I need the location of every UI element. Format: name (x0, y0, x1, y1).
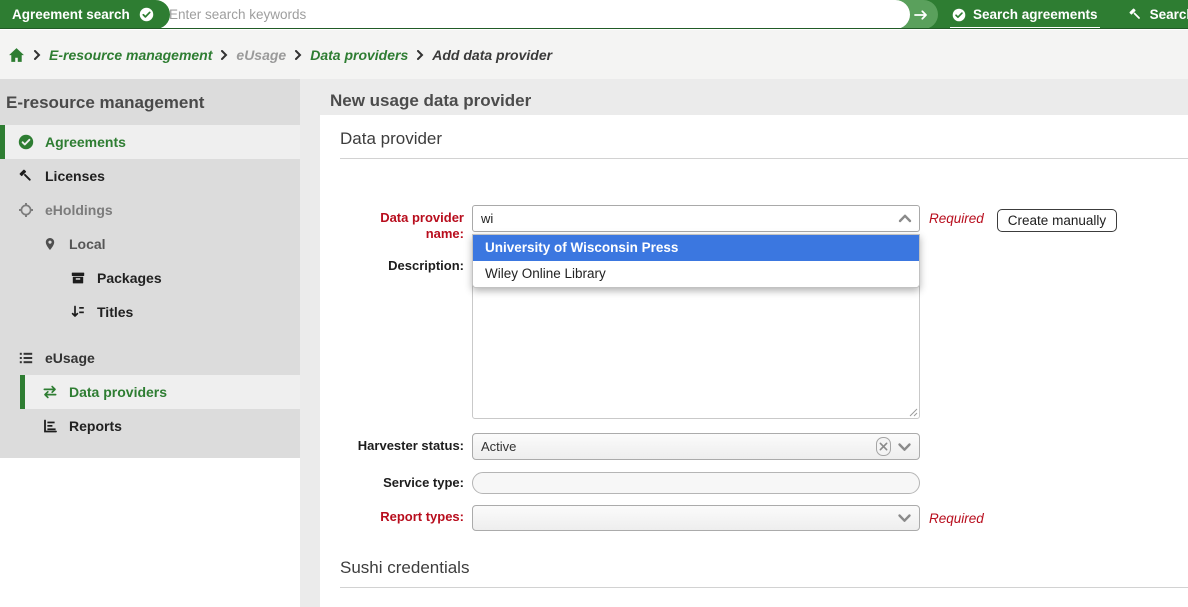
sidebar-item-eholdings[interactable]: eHoldings (0, 193, 300, 227)
agreement-search-app-button[interactable]: Agreement search (0, 0, 170, 29)
application-window: Agreement search Search agreements (0, 0, 1188, 607)
description-label: Description: (340, 249, 472, 419)
sidebar-item-agreements[interactable]: Agreements (0, 125, 300, 159)
section-heading-data-provider: Data provider (340, 115, 1188, 159)
report-types-required-text: Required (929, 509, 984, 526)
gavel-icon (1128, 7, 1143, 22)
search-agreements-label: Search agreements (973, 7, 1098, 22)
name-suggestions-dropdown: University of Wisconsin Press Wiley Onli… (472, 234, 920, 288)
dropdown-option[interactable]: Wiley Online Library (473, 261, 919, 287)
sidebar-item-label: eHoldings (45, 202, 113, 218)
agreement-search-label: Agreement search (12, 7, 130, 22)
sidebar-item-local[interactable]: Local (0, 227, 300, 261)
arrow-right-icon (913, 8, 929, 22)
target-icon (18, 202, 34, 218)
name-label: Data provider name: (340, 205, 472, 241)
top-search-bar: Agreement search Search agreements (0, 0, 1188, 29)
chart-icon (42, 418, 58, 434)
breadcrumb-data-providers[interactable]: Data providers (310, 47, 408, 63)
name-side: Required Create manually (929, 205, 1117, 241)
sidebar-item-label: Packages (97, 270, 162, 286)
breadcrumb-add-data-provider: Add data provider (432, 47, 552, 63)
sidebar-item-label: Local (69, 236, 106, 252)
sidebar-item-label: Data providers (69, 384, 167, 400)
sidebar-divider (0, 329, 300, 341)
search-agreements-link[interactable]: Search agreements (950, 0, 1100, 29)
section-heading-sushi-credentials: Sushi credentials (340, 544, 1188, 588)
form-row-name: Data provider name: University of Wiscon… (340, 205, 1188, 241)
report-types-select[interactable] (472, 505, 920, 531)
form-row-harvester-status: Harvester status: Active (340, 433, 1188, 460)
clear-icon[interactable] (876, 437, 891, 456)
resize-handle-icon[interactable] (909, 408, 918, 417)
check-circle-icon (139, 7, 154, 22)
search-licenses-link[interactable]: Search licenses (1126, 0, 1188, 29)
sort-icon (70, 304, 86, 320)
archive-box-icon (70, 270, 86, 286)
form-row-report-types: Report types: Required (340, 505, 1188, 531)
service-type-input[interactable] (472, 472, 920, 494)
sidebar-item-label: Agreements (45, 134, 126, 150)
sidebar-item-label: eUsage (45, 350, 95, 366)
chevron-right-icon (416, 50, 424, 60)
page-title: New usage data provider (330, 91, 1188, 111)
report-types-label: Report types: (340, 505, 472, 531)
harvester-status-select[interactable]: Active (472, 433, 920, 460)
sidebar-item-eusage[interactable]: eUsage (0, 341, 300, 375)
check-circle-icon (952, 8, 966, 22)
sidebar-item-licenses[interactable]: Licenses (0, 159, 300, 193)
chevron-right-icon (33, 50, 41, 60)
location-pin-icon (42, 236, 58, 252)
home-icon[interactable] (8, 47, 25, 63)
name-required-text: Required (929, 209, 984, 226)
harvester-status-control: Active (472, 433, 920, 460)
top-navigation: Search agreements Search licenses (950, 0, 1188, 29)
chevron-right-icon (294, 50, 302, 60)
chevron-down-icon (896, 511, 913, 525)
sidebar-item-titles[interactable]: Titles (0, 295, 300, 329)
gavel-icon (18, 168, 34, 184)
form-panel: Data provider Data provider name: Univer… (320, 115, 1188, 607)
search-licenses-label: Search licenses (1150, 7, 1188, 22)
sidebar-item-packages[interactable]: Packages (0, 261, 300, 295)
report-types-control (472, 505, 920, 531)
breadcrumb-eusage[interactable]: eUsage (236, 47, 286, 63)
main-content: New usage data provider Data provider Da… (300, 79, 1188, 607)
breadcrumb: E-resource management eUsage Data provid… (0, 30, 1188, 79)
form-row-service-type: Service type: (340, 472, 1188, 494)
chevron-up-icon[interactable] (897, 211, 913, 225)
transfer-arrows-icon (42, 385, 58, 399)
sidebar-item-label: Licenses (45, 168, 105, 184)
name-combobox: University of Wisconsin Press Wiley Onli… (472, 205, 920, 241)
chevron-right-icon (220, 50, 228, 60)
report-types-side: Required (929, 505, 984, 531)
sidebar-active-wrap: Data providers (20, 375, 300, 409)
service-type-label: Service type: (340, 472, 472, 494)
breadcrumb-e-resource-management[interactable]: E-resource management (49, 47, 212, 63)
dropdown-option[interactable]: University of Wisconsin Press (473, 235, 919, 261)
sidebar-item-reports[interactable]: Reports (0, 409, 300, 443)
name-input[interactable] (472, 205, 920, 232)
check-circle-icon (18, 134, 34, 150)
sidebar-title: E-resource management (0, 79, 300, 125)
harvester-status-value: Active (481, 439, 876, 454)
sidebar-item-label: Titles (97, 304, 133, 320)
chevron-down-icon (896, 440, 913, 454)
global-search-field (155, 0, 910, 29)
service-type-control (472, 472, 920, 494)
sidebar: E-resource management Agreements License… (0, 79, 300, 458)
harvester-status-label: Harvester status: (340, 433, 472, 460)
list-icon (18, 350, 34, 366)
data-provider-form: Data provider name: University of Wiscon… (320, 205, 1188, 531)
search-input[interactable] (169, 7, 864, 22)
sidebar-item-label: Reports (69, 418, 122, 434)
sidebar-item-data-providers[interactable]: Data providers (25, 375, 300, 409)
create-manually-button[interactable]: Create manually (997, 209, 1117, 232)
